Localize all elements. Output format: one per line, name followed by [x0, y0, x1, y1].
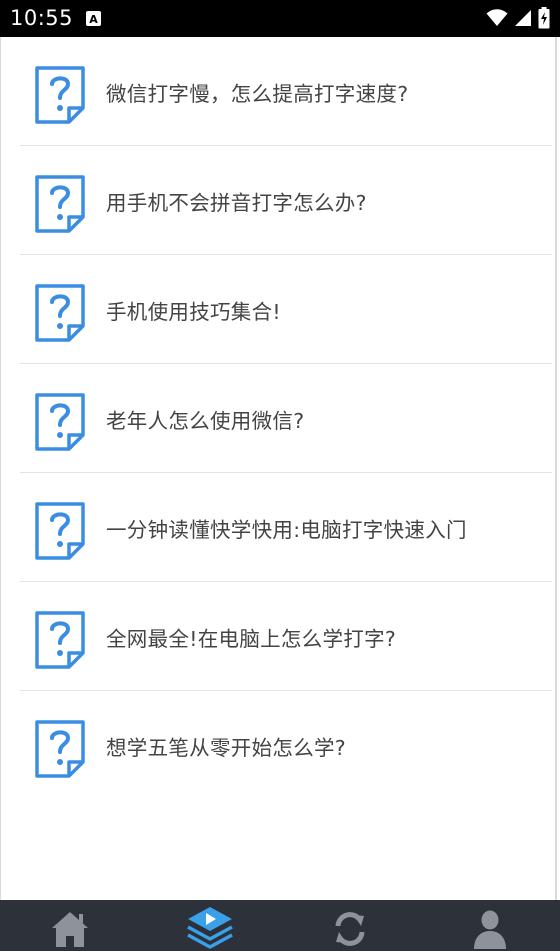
question-document-icon — [35, 502, 85, 560]
refresh-icon — [335, 912, 365, 946]
faq-item[interactable]: 老年人怎么使用微信? — [20, 364, 552, 473]
question-document-icon — [35, 611, 85, 669]
tab-profile[interactable] — [420, 900, 560, 951]
question-document-icon — [35, 284, 85, 342]
faq-item[interactable]: 想学五笔从零开始怎么学? — [20, 691, 552, 800]
bottom-tab-bar — [0, 900, 560, 951]
tab-refresh[interactable] — [280, 900, 420, 951]
faq-panel: 微信打字慢，怎么提高打字速度? 用手机不会拼音打字怎么办? 手机使用技巧集合! — [0, 37, 557, 900]
status-bar: 10:55 A — [0, 0, 560, 37]
faq-item[interactable]: 全网最全!在电脑上怎么学打字? — [20, 582, 552, 691]
learn-play-icon — [187, 907, 233, 949]
a-notification-icon: A — [86, 11, 101, 26]
battery-icon — [538, 7, 550, 29]
faq-item[interactable]: 用手机不会拼音打字怎么办? — [20, 146, 552, 255]
tab-home[interactable] — [0, 900, 140, 951]
tab-learn[interactable] — [140, 900, 280, 951]
faq-title: 全网最全!在电脑上怎么学打字? — [106, 627, 397, 651]
faq-item[interactable]: 一分钟读懂快学快用:电脑打字快速入门 — [20, 473, 552, 582]
faq-title: 手机使用技巧集合! — [106, 300, 281, 324]
status-icons — [486, 6, 550, 30]
question-document-icon — [35, 393, 85, 451]
faq-title: 老年人怎么使用微信? — [106, 409, 305, 433]
user-icon — [474, 910, 506, 949]
faq-list: 微信打字慢，怎么提高打字速度? 用手机不会拼音打字怎么办? 手机使用技巧集合! — [1, 37, 555, 800]
wifi-icon — [486, 9, 508, 26]
question-document-icon — [35, 720, 85, 778]
faq-title: 一分钟读懂快学快用:电脑打字快速入门 — [106, 518, 467, 542]
status-time: 10:55 — [10, 6, 74, 30]
faq-title: 用手机不会拼音打字怎么办? — [106, 191, 367, 215]
question-document-icon — [35, 66, 85, 124]
signal-icon — [515, 10, 531, 26]
home-icon — [52, 912, 88, 947]
svg-text:A: A — [89, 13, 98, 26]
faq-title: 微信打字慢，怎么提高打字速度? — [106, 82, 409, 106]
faq-item[interactable]: 手机使用技巧集合! — [20, 255, 552, 364]
faq-item[interactable]: 微信打字慢，怎么提高打字速度? — [20, 37, 552, 146]
question-document-icon — [35, 175, 85, 233]
faq-title: 想学五笔从零开始怎么学? — [106, 736, 346, 760]
